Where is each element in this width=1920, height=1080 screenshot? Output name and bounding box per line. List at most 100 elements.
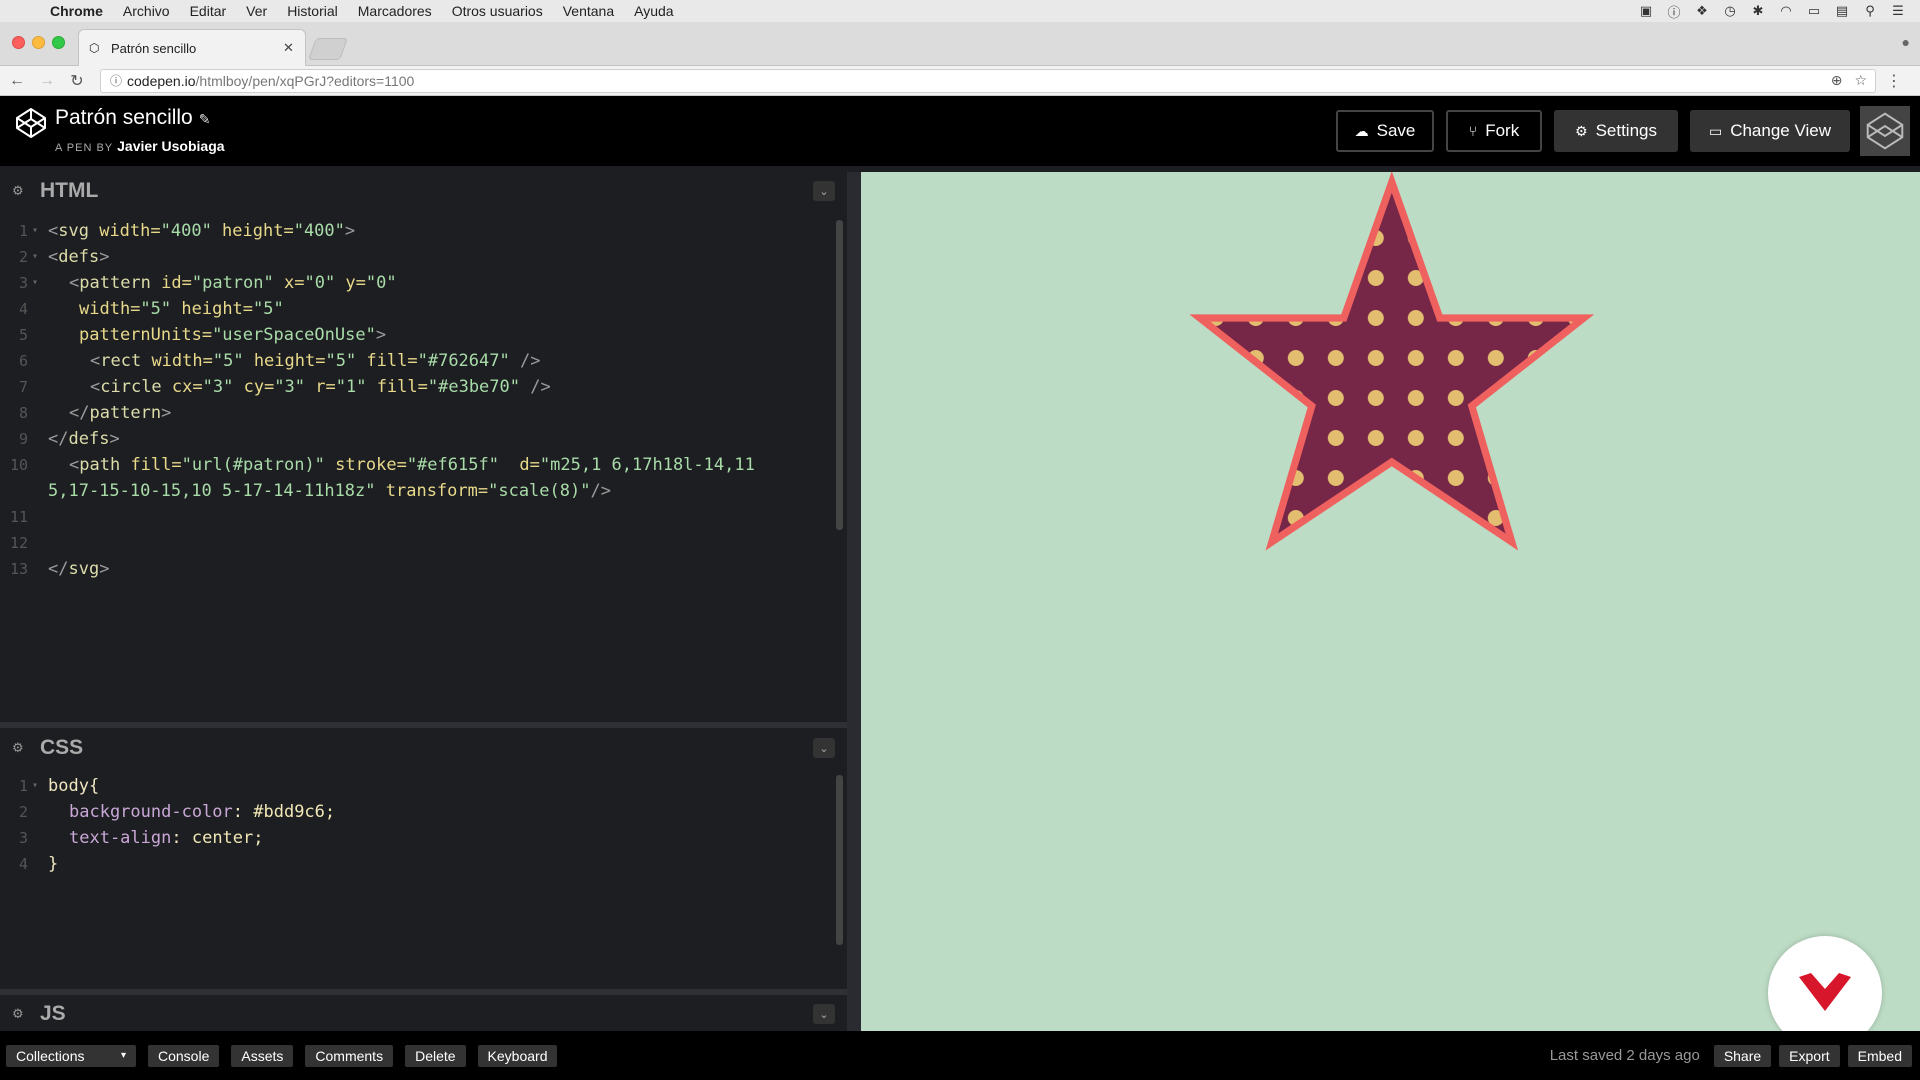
new-tab-button[interactable] — [307, 38, 349, 60]
html-css-divider[interactable] — [0, 722, 847, 728]
code-line: 4} — [18, 854, 59, 874]
notification-center-icon[interactable]: ☰ — [1890, 3, 1906, 19]
assets-button[interactable]: Assets — [231, 1044, 294, 1067]
codepen-header: Patrón sencillo ✎ A PEN BY Javier Usobiaga… — [0, 96, 1920, 166]
browser-menu-icon[interactable]: ⋮ — [1886, 71, 1902, 91]
menu-otros-usuarios[interactable]: Otros usuarios — [452, 3, 543, 19]
window-minimize-button[interactable] — [32, 36, 45, 49]
change-view-label: Change View — [1730, 121, 1832, 140]
css-collapse-chevron-icon[interactable]: ⌄ — [813, 738, 835, 758]
cloud-icon: ☁ — [1354, 122, 1369, 139]
reload-icon[interactable]: ↻ — [64, 71, 90, 91]
pen-author-link[interactable]: Javier Usobiaga — [117, 138, 224, 154]
html-settings-gear-icon[interactable]: ⚙ — [12, 183, 30, 199]
avatar[interactable] — [1860, 106, 1910, 156]
menu-app-chrome[interactable]: Chrome — [50, 3, 103, 19]
share-button[interactable]: Share — [1713, 1044, 1772, 1067]
last-saved-status: Last saved 2 days ago — [1549, 1047, 1700, 1064]
settings-label: Settings — [1595, 121, 1657, 140]
window-maximize-button[interactable] — [52, 36, 65, 49]
html-editor-header[interactable]: ⚙ HTML ⌄ — [0, 172, 847, 210]
tab-title: Patrón sencillo — [111, 40, 197, 56]
zoom-icon[interactable]: ⊕ — [1831, 72, 1843, 89]
fork-label: Fork — [1485, 121, 1520, 140]
save-label: Save — [1376, 121, 1416, 140]
html-collapse-chevron-icon[interactable]: ⌄ — [813, 181, 835, 201]
pen-title[interactable]: Patrón sencillo ✎ — [55, 106, 210, 130]
pen-by-label: A PEN BY — [55, 142, 114, 154]
tab-close-icon[interactable]: ✕ — [283, 40, 305, 56]
js-editor-title: JS — [40, 1002, 66, 1025]
code-line: 2 ▾ <defs> — [18, 247, 110, 267]
menu-archivo[interactable]: Archivo — [123, 3, 170, 19]
menu-ver[interactable]: Ver — [246, 3, 267, 19]
battery-icon[interactable]: ▭ — [1806, 3, 1822, 19]
screen-record-icon[interactable]: ▣ — [1638, 3, 1654, 19]
window-close-button[interactable] — [12, 36, 25, 49]
js-collapse-chevron-icon[interactable]: ⌄ — [813, 1004, 835, 1024]
menu-editar[interactable]: Editar — [190, 3, 227, 19]
url-host: codepen.io — [127, 72, 196, 89]
code-line: 7 <circle cx="3" cy="3" r="1" fill="#e3be… — [18, 377, 551, 397]
code-line: 3 text-align: center; — [18, 828, 264, 848]
avatar-codepen-icon — [1866, 112, 1904, 150]
caret-down-icon: ▾ — [120, 1050, 126, 1061]
pen-byline: A PEN BY Javier Usobiaga — [55, 138, 225, 154]
code-line: 1 ▾ <svg width="400" height="400"> — [18, 221, 356, 241]
css-editor-header[interactable]: ⚙ CSS ⌄ — [0, 729, 847, 767]
embed-button[interactable]: Embed — [1847, 1044, 1912, 1067]
code-line: 11 — [9, 508, 28, 526]
edit-pencil-icon[interactable]: ✎ — [199, 111, 211, 127]
css-editor-title: CSS — [40, 736, 84, 759]
result-preview[interactable] — [861, 172, 1920, 1031]
js-editor-header[interactable]: ⚙ JS ⌄ — [0, 995, 847, 1033]
site-info-icon[interactable]: ⓘ — [105, 72, 127, 89]
menu-ayuda[interactable]: Ayuda — [634, 3, 673, 19]
keyboard-button[interactable]: Keyboard — [477, 1044, 558, 1067]
star-preview-svg — [1189, 172, 1595, 551]
console-button[interactable]: Console — [148, 1044, 220, 1067]
menu-historial[interactable]: Historial — [287, 3, 338, 19]
bookmark-star-icon[interactable]: ☆ — [1854, 72, 1867, 89]
forward-icon[interactable]: → — [34, 72, 60, 90]
save-button[interactable]: ☁ Save — [1336, 110, 1434, 152]
fork-button[interactable]: ⑂ Fork — [1446, 110, 1542, 152]
pen-title-text: Patrón sencillo — [55, 106, 193, 129]
password-icon[interactable]: ⓘ — [1666, 2, 1682, 21]
collections-dropdown[interactable]: Collections ▾ — [6, 1044, 136, 1067]
code-line: 4 width="5" height="5" — [18, 299, 284, 319]
dropbox-icon[interactable]: ❖ — [1694, 3, 1710, 19]
browser-toolbar: ← → ↻ ⓘ codepen.io/htmlboy/pen/xqPGrJ?ed… — [0, 66, 1920, 96]
codepen-logo-icon[interactable] — [14, 106, 48, 140]
browser-tab[interactable]: ⬡ Patrón sencillo ✕ — [78, 29, 306, 66]
bluetooth-icon[interactable]: ✱ — [1750, 3, 1766, 19]
html-code-area[interactable]: 1 ▾ <svg width="400" height="400"> 2 ▾ <defs… — [0, 214, 847, 714]
menu-ventana[interactable]: Ventana — [563, 3, 614, 19]
mac-menu-bar: Chrome Archivo Editar Ver Historial Marc… — [0, 0, 1920, 22]
change-view-button[interactable]: ▭ Change View — [1690, 110, 1850, 152]
collections-label: Collections — [16, 1047, 85, 1064]
comments-button[interactable]: Comments — [305, 1044, 394, 1067]
wifi-icon[interactable]: ◠ — [1778, 3, 1794, 19]
address-bar[interactable]: ⓘ codepen.io/htmlboy/pen/xqPGrJ?editors=… — [100, 68, 1876, 93]
display-icon[interactable]: ▤ — [1834, 3, 1850, 19]
settings-button[interactable]: ⚙ Settings — [1554, 110, 1678, 152]
menu-marcadores[interactable]: Marcadores — [358, 3, 432, 19]
codepen-favicon-icon: ⬡ — [89, 41, 100, 55]
code-line: 2 background-color: #bdd9c6; — [18, 802, 336, 822]
css-code-area[interactable]: 1 ▾ body{ 2 background-color: #bdd9c6; 3 tex… — [0, 769, 847, 991]
editor-preview-resizer[interactable] — [847, 172, 861, 1031]
code-line: 12 — [9, 534, 28, 552]
spotlight-icon[interactable]: ⚲ — [1862, 3, 1878, 19]
heart-logo-icon — [1799, 973, 1851, 1011]
code-line: 1 ▾ body{ — [18, 776, 100, 796]
css-settings-gear-icon[interactable]: ⚙ — [12, 740, 30, 756]
html-editor-title: HTML — [40, 179, 99, 202]
time-machine-icon[interactable]: ◷ — [1722, 3, 1738, 19]
delete-button[interactable]: Delete — [405, 1044, 466, 1067]
export-button[interactable]: Export — [1779, 1044, 1840, 1067]
profile-icon[interactable]: ● — [1902, 34, 1910, 50]
js-settings-gear-icon[interactable]: ⚙ — [12, 1006, 30, 1022]
code-line: 9 </defs> — [18, 429, 120, 449]
back-icon[interactable]: ← — [4, 72, 30, 90]
